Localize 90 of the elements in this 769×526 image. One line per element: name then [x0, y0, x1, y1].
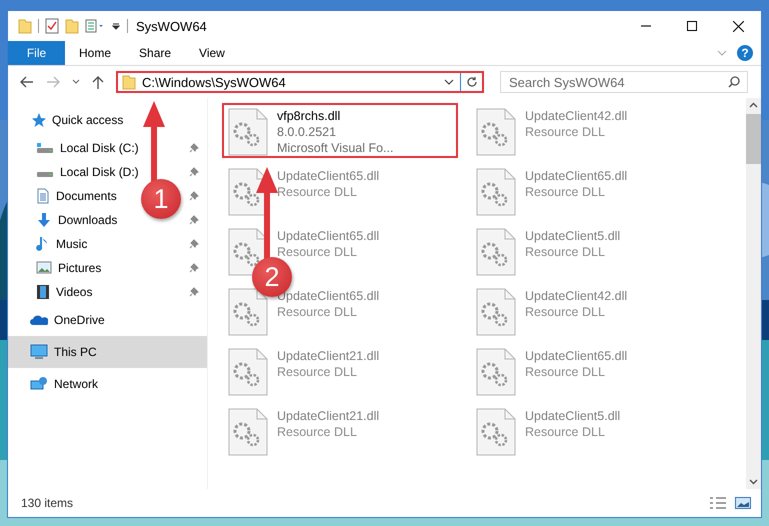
- scroll-thumb[interactable]: [746, 114, 761, 164]
- folder-icon: [18, 18, 32, 34]
- properties-icon: [85, 19, 105, 33]
- file-name[interactable]: UpdateClient65.dll: [277, 228, 380, 244]
- details-view-icon: [709, 496, 727, 510]
- monitor-icon: [30, 344, 48, 360]
- file-detail: Resource DLL: [525, 124, 605, 140]
- nav-item[interactable]: Local Disk (C:): [60, 141, 139, 155]
- file-name[interactable]: UpdateClient21.dll: [277, 408, 380, 424]
- search-field[interactable]: Search SysWOW64: [500, 71, 748, 93]
- file-name[interactable]: UpdateClient42.dll: [525, 108, 628, 124]
- window-title: SysWOW64: [136, 18, 207, 34]
- nav-item[interactable]: Local Disk (D:): [60, 165, 139, 179]
- close-icon: [732, 20, 744, 32]
- nav-item[interactable]: Documents: [56, 189, 117, 203]
- file-detail: Resource DLL: [277, 424, 357, 440]
- ribbon-tab[interactable]: Home: [65, 41, 126, 65]
- file-detail: Microsoft Visual Fo...: [277, 140, 394, 156]
- gear-file-icon: [475, 407, 517, 457]
- ribbon-tab[interactable]: View: [185, 41, 239, 65]
- file-detail: Resource DLL: [525, 424, 605, 440]
- caret-icon: [111, 21, 121, 31]
- nav-item[interactable]: Pictures: [58, 261, 102, 275]
- caret-icon: [444, 78, 454, 86]
- file-name[interactable]: UpdateClient65.dll: [277, 288, 380, 304]
- gear-file-icon: [475, 347, 517, 397]
- file-tile[interactable]: vfp8rchs.dll 8.0.0.2521 Microsoft Visual Fo...: [222, 103, 458, 158]
- gear-file-icon: [475, 167, 517, 217]
- film-icon: [36, 284, 50, 300]
- nav-item[interactable]: Music: [56, 237, 88, 251]
- file-detail: Resource DLL: [525, 184, 605, 200]
- up-arrow-icon: [92, 75, 104, 89]
- folder-icon: [65, 18, 79, 34]
- tiles-view-icon: [735, 496, 751, 510]
- nav-item[interactable]: This PC: [8, 336, 207, 368]
- back-arrow-icon: [20, 76, 34, 88]
- file-tab[interactable]: File: [8, 41, 65, 65]
- file-detail: Resource DLL: [277, 304, 357, 320]
- music-note-icon: [36, 236, 50, 252]
- scrollbar[interactable]: [746, 98, 761, 489]
- drive-icon: [36, 142, 54, 154]
- maximize-icon: [687, 21, 697, 31]
- nav-item[interactable]: Quick access: [52, 113, 124, 127]
- file-name[interactable]: UpdateClient42.dll: [525, 288, 628, 304]
- file-name[interactable]: UpdateClient21.dll: [277, 348, 380, 364]
- download-arrow-icon: [36, 212, 52, 228]
- file-name[interactable]: UpdateClient65.dll: [277, 168, 380, 184]
- file-detail: Resource DLL: [525, 304, 605, 320]
- file-detail: Resource DLL: [525, 364, 605, 380]
- ribbon-tab[interactable]: Share: [125, 41, 186, 65]
- file-name[interactable]: UpdateClient5.dll: [525, 228, 620, 244]
- file-name[interactable]: UpdateClient65.dll: [525, 168, 628, 184]
- picture-icon: [36, 261, 52, 275]
- minimize-icon: [641, 25, 651, 27]
- search-icon: [728, 76, 740, 88]
- nav-label: This PC: [54, 345, 97, 359]
- callout-number: 1: [141, 179, 181, 219]
- nav-item[interactable]: Network: [54, 377, 98, 391]
- gear-file-icon: [475, 227, 517, 277]
- file-detail: 8.0.0.2521: [277, 124, 336, 140]
- folder-icon: [122, 74, 136, 90]
- refresh-icon: [466, 76, 478, 88]
- file-detail: Resource DLL: [277, 244, 357, 260]
- checklist-icon: [45, 18, 59, 34]
- network-icon: [30, 376, 48, 392]
- gear-file-icon: [475, 107, 517, 157]
- gear-file-icon: [227, 407, 269, 457]
- file-detail: Resource DLL: [525, 244, 605, 260]
- nav-item[interactable]: Videos: [56, 285, 92, 299]
- file-name[interactable]: UpdateClient65.dll: [525, 348, 628, 364]
- address-field[interactable]: C:\Windows\SysWOW64: [116, 71, 484, 93]
- gear-file-icon: [227, 287, 269, 337]
- help-icon[interactable]: ?: [737, 45, 753, 61]
- file-detail: Resource DLL: [277, 364, 357, 380]
- chevron-icon: [717, 50, 727, 56]
- nav-item[interactable]: OneDrive: [54, 313, 105, 327]
- document-icon: [36, 188, 50, 204]
- file-detail: Resource DLL: [277, 184, 357, 200]
- gear-file-icon: [227, 347, 269, 397]
- star-icon: [30, 112, 46, 128]
- file-name[interactable]: UpdateClient5.dll: [525, 408, 620, 424]
- gear-file-icon: [227, 107, 269, 157]
- caret-icon: [72, 79, 80, 85]
- address-path: C:\Windows\SysWOW64: [142, 74, 287, 90]
- gear-file-icon: [475, 287, 517, 337]
- file-name: vfp8rchs.dll: [277, 108, 340, 124]
- forward-arrow-icon: [46, 76, 60, 88]
- onedrive-cloud-icon: [30, 314, 48, 326]
- item-count: 130 items: [21, 496, 74, 510]
- nav-item[interactable]: Downloads: [58, 213, 118, 227]
